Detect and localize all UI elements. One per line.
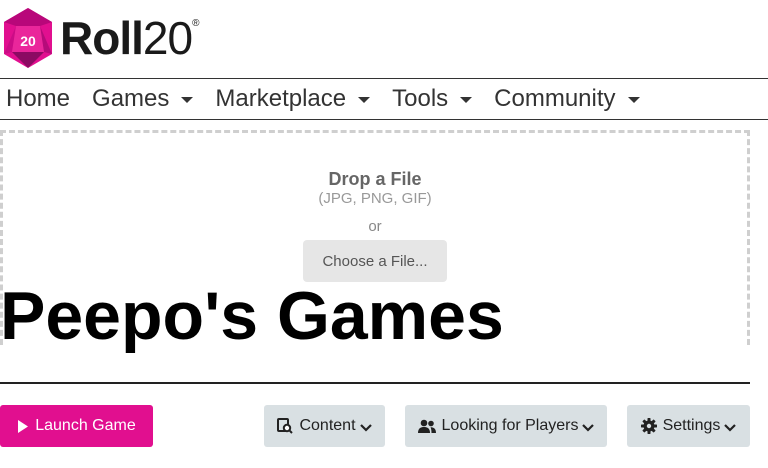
nav-item-home[interactable]: Home bbox=[0, 79, 76, 119]
looking-for-players-button[interactable]: Looking for Players bbox=[405, 405, 607, 447]
brand-name-bold: Roll bbox=[60, 12, 144, 64]
dropzone-title: Drop a File bbox=[328, 169, 422, 189]
launch-game-label: Launch Game bbox=[35, 417, 136, 434]
settings-label: Settings bbox=[662, 417, 721, 434]
caret-down-icon bbox=[460, 97, 473, 103]
gear-icon bbox=[640, 418, 657, 434]
game-title: Peepo's Games bbox=[0, 278, 504, 354]
dropzone-or: or bbox=[368, 218, 382, 235]
chevron-down-icon bbox=[724, 424, 737, 432]
content-icon bbox=[277, 418, 294, 434]
nav-item-marketplace[interactable]: Marketplace bbox=[209, 79, 376, 119]
nav-label: Home bbox=[6, 85, 71, 112]
settings-button[interactable]: Settings bbox=[627, 405, 750, 447]
nav-label: Marketplace bbox=[215, 85, 347, 112]
content-label: Content bbox=[299, 417, 356, 434]
choose-file-button[interactable]: Choose a File... bbox=[303, 240, 447, 282]
caret-down-icon bbox=[181, 97, 194, 103]
content-button[interactable]: Content bbox=[264, 405, 385, 447]
svg-text:20: 20 bbox=[20, 33, 36, 49]
chevron-down-icon bbox=[359, 424, 372, 432]
nav-item-games[interactable]: Games bbox=[86, 79, 199, 119]
launch-game-button[interactable]: Launch Game bbox=[0, 405, 153, 447]
users-icon bbox=[417, 419, 436, 434]
brand-name-light: 20 bbox=[142, 12, 193, 64]
roll20-logo[interactable]: 20 Roll20® bbox=[0, 6, 200, 70]
nav-item-tools[interactable]: Tools bbox=[386, 79, 478, 119]
caret-down-icon bbox=[627, 97, 640, 103]
brand-wordmark: Roll20® bbox=[60, 12, 200, 64]
d20-logo-icon: 20 bbox=[4, 8, 52, 68]
nav-label: Tools bbox=[392, 85, 449, 112]
main-nav: Home Games Marketplace Tools Community bbox=[0, 78, 768, 120]
nav-label: Community bbox=[494, 85, 616, 112]
caret-down-icon bbox=[358, 97, 371, 103]
looking-for-players-label: Looking for Players bbox=[441, 417, 579, 434]
chevron-down-icon bbox=[582, 424, 595, 432]
title-divider bbox=[0, 382, 750, 384]
dropzone-file-types: (JPG, PNG, GIF) bbox=[318, 190, 432, 207]
nav-item-community[interactable]: Community bbox=[488, 79, 645, 119]
nav-label: Games bbox=[92, 85, 170, 112]
play-icon bbox=[17, 419, 29, 433]
page: 20 Roll20® Home Games Marketplace Tools … bbox=[0, 0, 768, 468]
trademark-symbol: ® bbox=[192, 18, 199, 29]
